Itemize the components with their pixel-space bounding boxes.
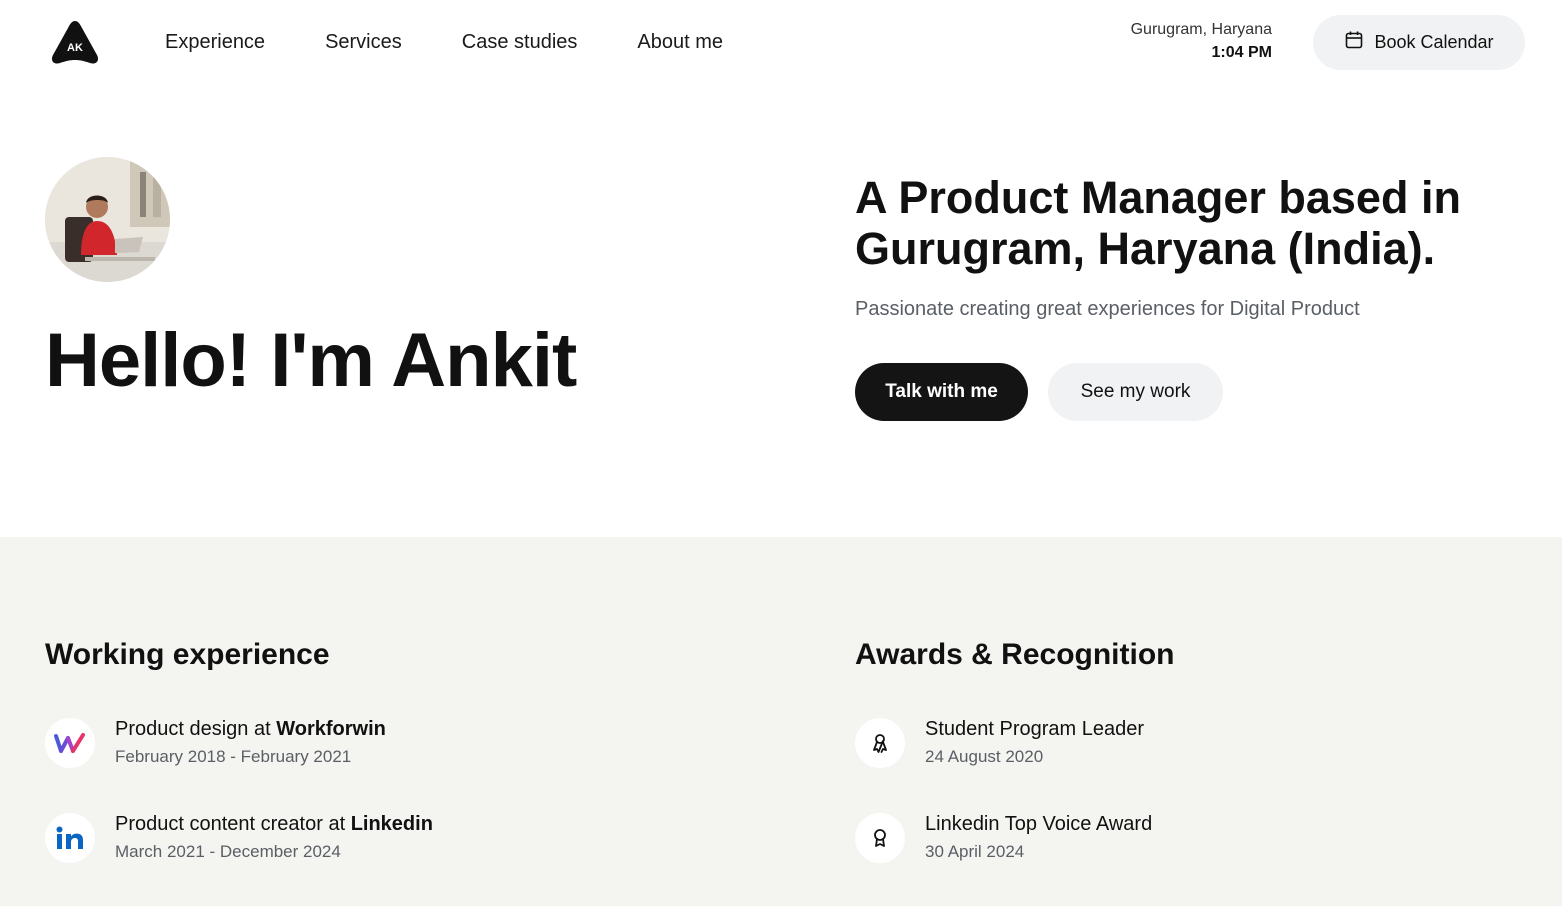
hero-greeting: Hello! I'm Ankit — [45, 318, 577, 403]
experience-role: Product design at Workforwin — [115, 716, 386, 742]
linkedin-logo-icon — [45, 812, 95, 863]
ribbon-icon — [855, 717, 905, 768]
profile-avatar — [45, 157, 170, 282]
experience-dates: March 2021 - December 2024 — [115, 842, 341, 861]
award-item: Student Program Leader 24 August 2020 — [855, 716, 1144, 769]
see-my-work-button[interactable]: See my work — [1048, 363, 1223, 421]
experience-role-text: Product design at — [115, 718, 277, 740]
workforwin-logo-icon — [45, 717, 95, 768]
logo-text: AK — [67, 42, 83, 54]
location-clock: Gurugram, Haryana 1:04 PM — [1131, 19, 1272, 65]
awards-title: Awards & Recognition — [855, 638, 1175, 671]
calendar-icon — [1344, 30, 1364, 55]
award-medal-icon — [855, 812, 905, 863]
award-item: Linkedin Top Voice Award 30 April 2024 — [855, 811, 1152, 864]
working-experience-title: Working experience — [45, 638, 330, 671]
award-name: Student Program Leader — [925, 718, 1145, 740]
main-nav: Experience Services Case studies About m… — [165, 28, 783, 56]
experience-role: Product content creator at Linkedin — [115, 811, 433, 837]
award-date: 24 August 2020 — [925, 747, 1044, 766]
experience-item: Product content creator at Linkedin Marc… — [45, 811, 433, 864]
book-calendar-button[interactable]: Book Calendar — [1313, 15, 1525, 70]
hero-headline: A Product Manager based in Gurugram, Har… — [855, 172, 1461, 274]
nav-services[interactable]: Services — [325, 28, 402, 56]
location-time: 1:04 PM — [1211, 44, 1272, 61]
nav-about-me[interactable]: About me — [637, 28, 723, 56]
award-name: Linkedin Top Voice Award — [925, 813, 1153, 835]
ak-logo[interactable]: AK — [50, 18, 100, 66]
hero-subline: Passionate creating great experiences fo… — [855, 298, 1360, 320]
award-date: 30 April 2024 — [925, 842, 1025, 861]
experience-awards-section: Working experience Product design at Wor… — [0, 537, 1562, 906]
location-city: Gurugram, Haryana — [1130, 21, 1272, 38]
talk-with-me-button[interactable]: Talk with me — [855, 363, 1028, 421]
experience-company: Workforwin — [276, 718, 386, 740]
book-calendar-label: Book Calendar — [1374, 32, 1494, 52]
nav-case-studies[interactable]: Case studies — [462, 28, 578, 56]
experience-company: Linkedin — [350, 813, 433, 835]
experience-role-text: Product content creator at — [115, 813, 351, 835]
site-header: AK Experience Services Case studies Abou… — [0, 0, 1562, 86]
nav-experience[interactable]: Experience — [165, 28, 265, 56]
experience-dates: February 2018 - February 2021 — [115, 747, 352, 766]
experience-item: Product design at Workforwin February 20… — [45, 716, 386, 769]
